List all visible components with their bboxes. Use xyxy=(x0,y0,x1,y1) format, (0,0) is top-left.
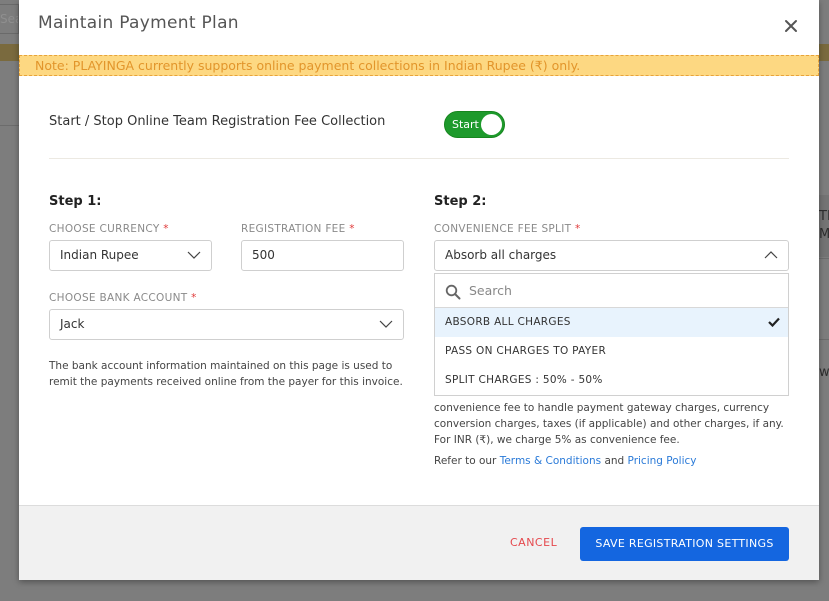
convenience-fee-split-value: Absorb all charges xyxy=(445,248,557,262)
required-mark: * xyxy=(191,292,197,304)
close-icon xyxy=(785,20,797,32)
background-right-band xyxy=(819,195,829,257)
background-divider xyxy=(819,258,829,259)
chevron-up-icon xyxy=(764,251,778,259)
required-mark: * xyxy=(574,223,581,235)
currency-note-banner: Note: PLAYINGA currently supports online… xyxy=(19,55,819,76)
checkmark-icon xyxy=(768,317,780,327)
dropdown-option-absorb-all-charges[interactable]: ABSORB ALL CHARGES xyxy=(435,308,788,337)
background-divider xyxy=(0,125,19,126)
toggle-state-label: Start xyxy=(452,118,479,131)
convenience-fee-split-select[interactable]: Absorb all charges xyxy=(434,240,789,271)
payment-plan-modal: Maintain Payment Plan Note: PLAYINGA cur… xyxy=(19,0,819,580)
cancel-button[interactable]: CANCEL xyxy=(510,536,557,549)
option-label: PASS ON CHARGES TO PAYER xyxy=(445,345,607,357)
modal-footer: CANCEL SAVE REGISTRATION SETTINGS xyxy=(19,505,819,580)
registration-fee-label: REGISTRATION FEE * xyxy=(241,223,355,235)
refer-policies-text: Refer to our Terms & Conditions and Pric… xyxy=(434,455,697,467)
registration-fee-input[interactable]: 500 xyxy=(241,240,404,271)
step-1-title: Step 1: xyxy=(49,194,102,209)
pricing-policy-link[interactable]: Pricing Policy xyxy=(628,455,697,467)
currency-select[interactable]: Indian Rupee xyxy=(49,240,212,271)
bank-account-select-value: Jack xyxy=(60,317,85,331)
dropdown-search-input[interactable] xyxy=(469,274,769,307)
convenience-fee-split-dropdown: ABSORB ALL CHARGES PASS ON CHARGES TO PA… xyxy=(434,273,789,396)
convenience-fee-info-text: convenience fee to handle payment gatewa… xyxy=(434,402,784,446)
background-right-text: w xyxy=(819,365,829,380)
currency-select-value: Indian Rupee xyxy=(60,248,139,262)
section-divider xyxy=(49,158,789,159)
bank-account-label: CHOOSE BANK ACCOUNT * xyxy=(49,292,197,304)
option-label: ABSORB ALL CHARGES xyxy=(445,316,571,328)
close-button[interactable] xyxy=(783,18,799,34)
fee-collection-toggle-label: Start / Stop Online Team Registration Fe… xyxy=(49,114,386,129)
option-label: SPLIT CHARGES : 50% - 50% xyxy=(445,374,603,386)
search-icon xyxy=(445,284,461,300)
bank-account-help-text: The bank account information maintained … xyxy=(49,360,403,388)
background-right-text: TL xyxy=(819,209,829,224)
toggle-knob xyxy=(481,114,502,135)
fee-collection-toggle[interactable]: Start xyxy=(444,111,505,138)
bank-account-select[interactable]: Jack xyxy=(49,309,404,340)
chevron-down-icon xyxy=(187,251,201,259)
registration-fee-value: 500 xyxy=(252,248,275,262)
required-mark: * xyxy=(163,223,169,235)
dropdown-search xyxy=(435,274,788,308)
modal-title: Maintain Payment Plan xyxy=(38,13,239,33)
background-divider xyxy=(819,339,829,340)
required-mark: * xyxy=(349,223,355,235)
convenience-fee-split-label: CONVENIENCE FEE SPLIT * xyxy=(434,223,581,235)
chevron-down-icon xyxy=(379,320,393,328)
background-right-text: MC xyxy=(819,227,829,242)
save-registration-settings-button[interactable]: SAVE REGISTRATION SETTINGS xyxy=(580,527,789,561)
dropdown-option-pass-on-charges[interactable]: PASS ON CHARGES TO PAYER xyxy=(435,337,788,366)
terms-and-conditions-link[interactable]: Terms & Conditions xyxy=(500,455,601,467)
step-2-title: Step 2: xyxy=(434,194,487,209)
background-search-input: Search xyxy=(0,4,19,34)
currency-label: CHOOSE CURRENCY * xyxy=(49,223,169,235)
dropdown-option-split-charges[interactable]: SPLIT CHARGES : 50% - 50% xyxy=(435,366,788,395)
